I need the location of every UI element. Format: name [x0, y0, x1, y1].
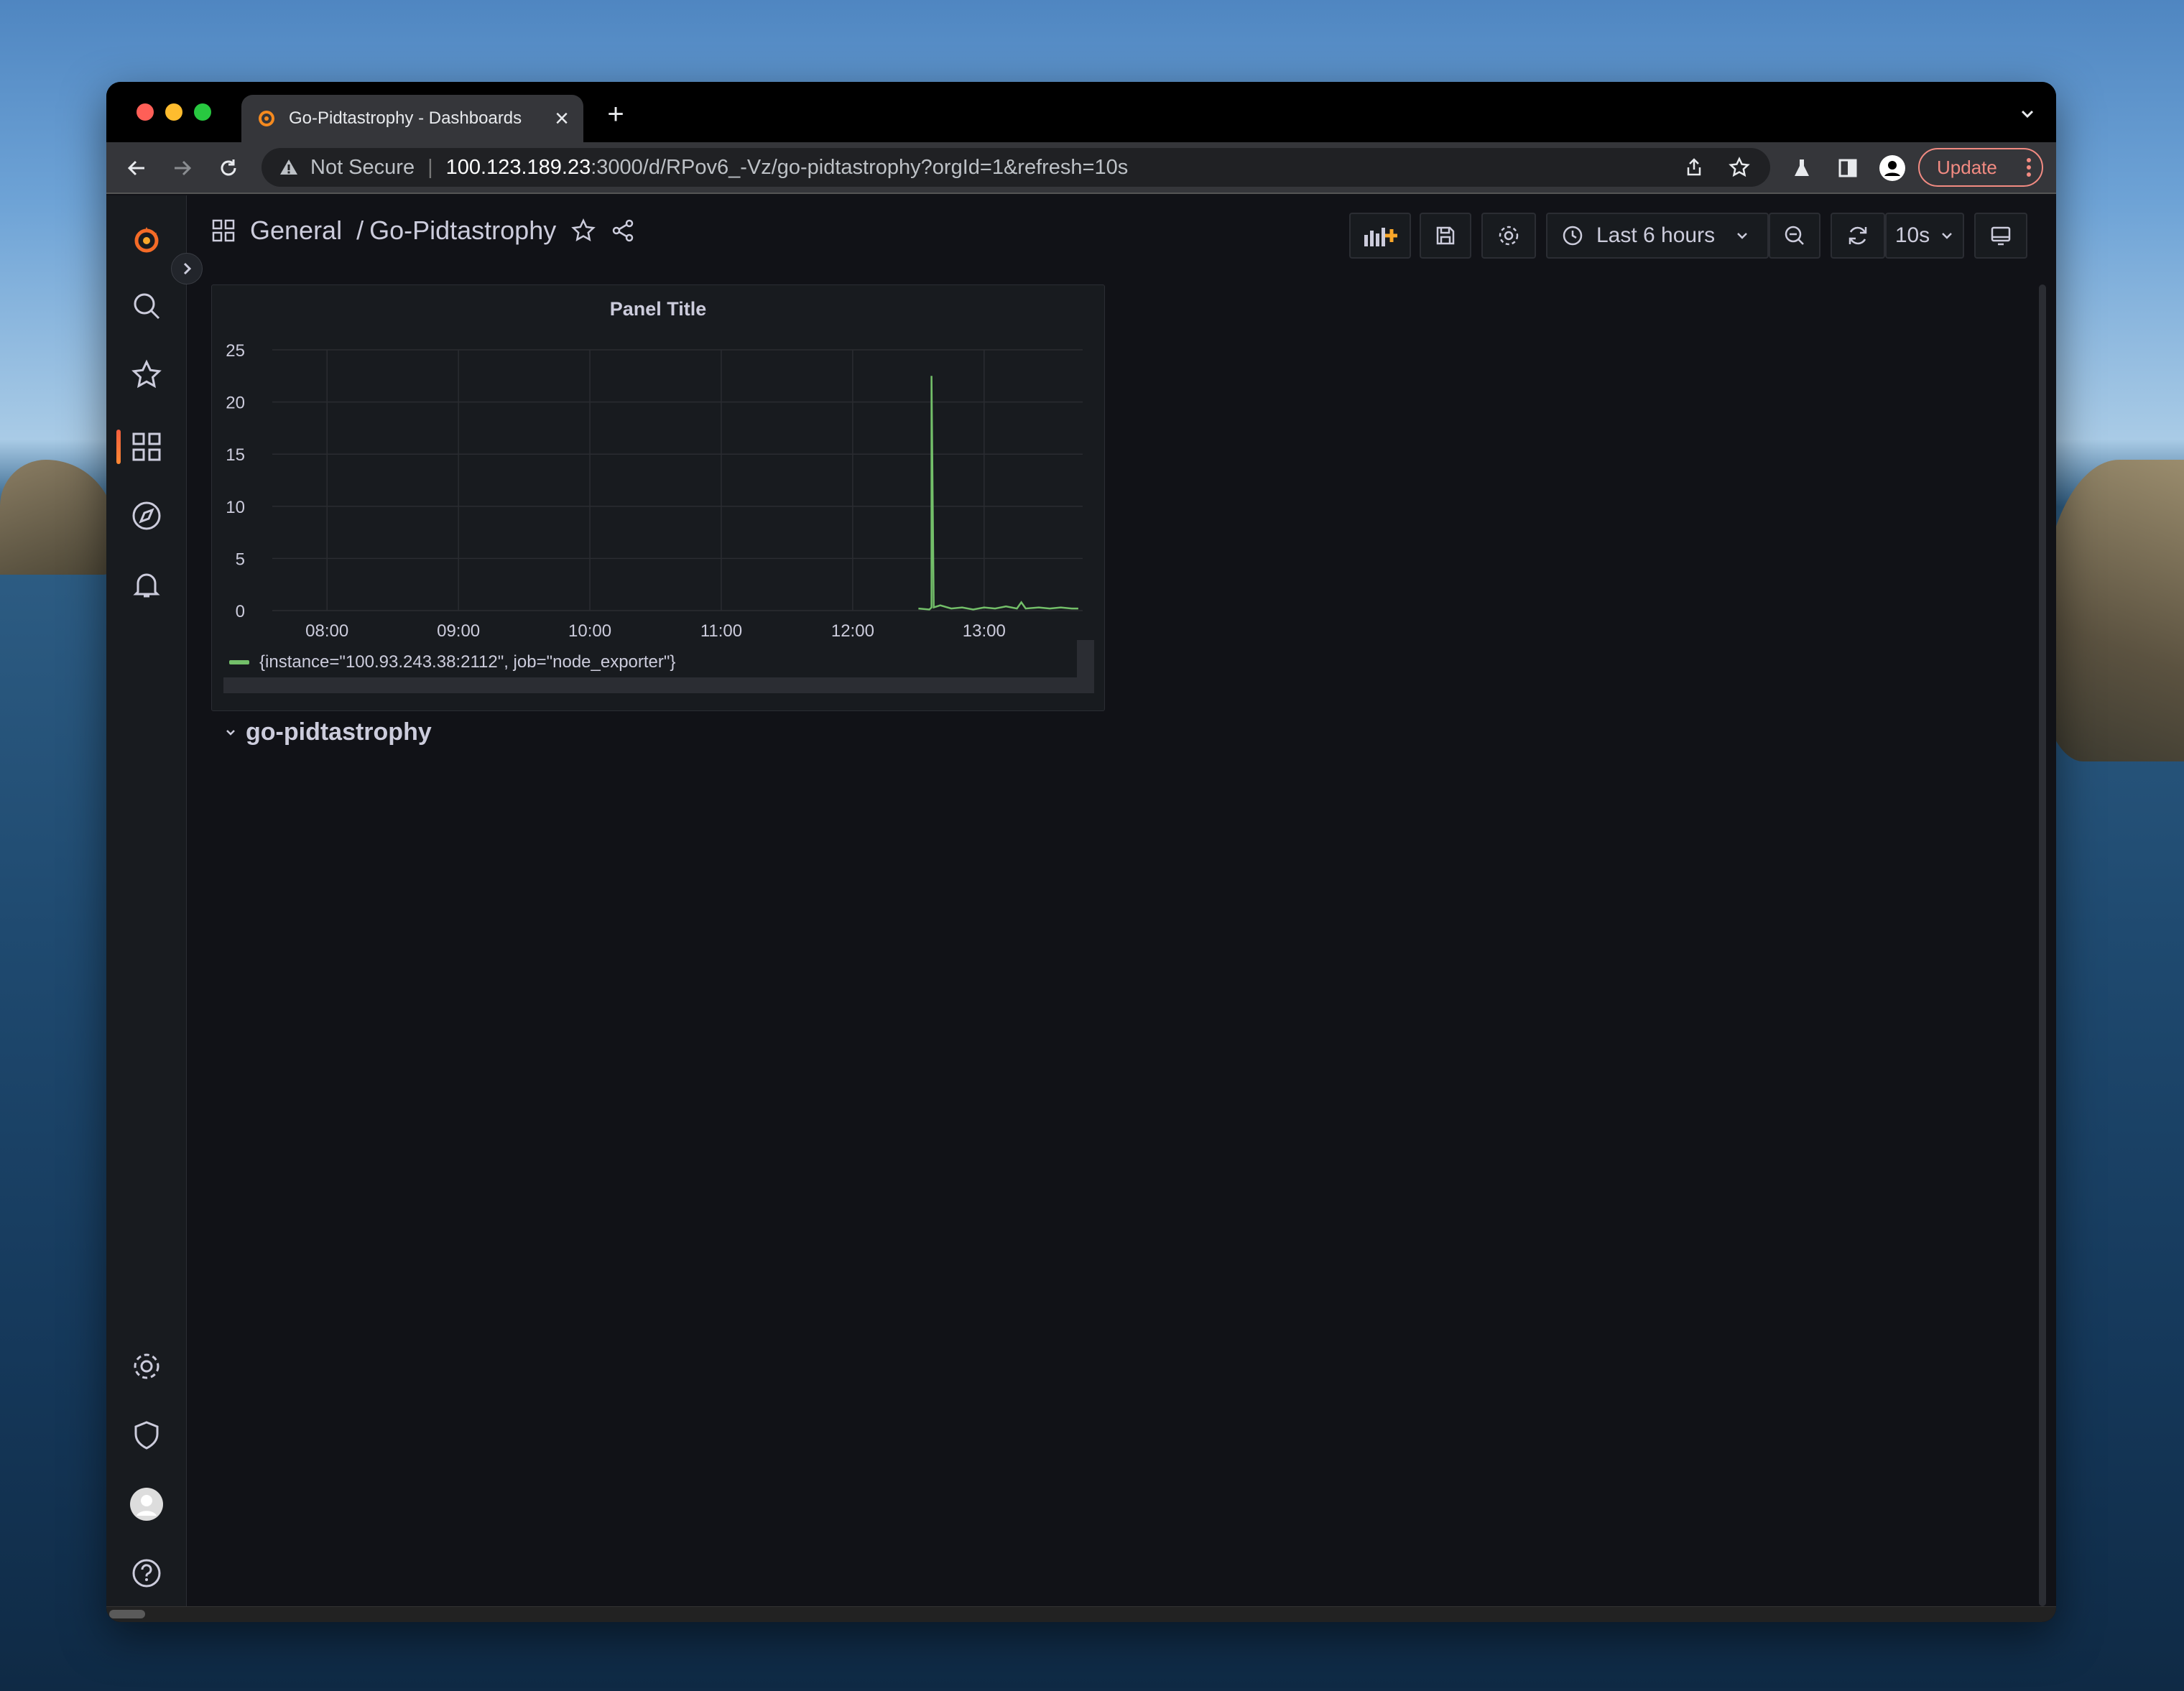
dashboard-grid-icon — [212, 219, 235, 242]
series-line — [918, 376, 1078, 611]
explore-compass-icon[interactable] — [129, 499, 164, 533]
y-tick-label: 25 — [226, 341, 245, 361]
new-tab-button[interactable]: + — [598, 96, 634, 132]
y-tick-label: 10 — [226, 498, 245, 517]
legend-label[interactable]: {instance="100.93.243.38:2112", job="nod… — [259, 652, 675, 672]
zoom-out-icon — [1785, 226, 1804, 245]
minimize-window-button[interactable] — [165, 103, 182, 121]
breadcrumb: General / Go-Pidtastrophy — [211, 216, 637, 246]
legend-swatch — [229, 660, 249, 664]
security-label[interactable]: Not Secure — [310, 156, 415, 180]
dashboard-scrollbar[interactable] — [2039, 284, 2046, 1606]
view-mode-button[interactable] — [1974, 213, 2027, 259]
page-horizontal-scrollbar[interactable] — [106, 1606, 2056, 1622]
clock-icon — [1563, 226, 1583, 246]
legend-scrollbar-track — [223, 677, 1094, 693]
browser-window: Go-Pidtastrophy - Dashboards × + Not Sec… — [106, 82, 2056, 1622]
forward-arrow-icon[interactable] — [167, 152, 198, 184]
time-series-chart: 0 5 10 15 20 25 08:00 09:00 10:00 11:00 12:00 13:0… — [223, 341, 1094, 693]
side-panel-icon[interactable] — [1832, 152, 1864, 184]
x-tick-label: 13:00 — [963, 621, 1006, 641]
dashboard-row[interactable]: go-pidtastrophy — [224, 718, 432, 746]
tab-close-icon[interactable]: × — [555, 105, 569, 133]
row-title: go-pidtastrophy — [246, 718, 432, 746]
grafana-logo-icon[interactable] — [129, 223, 164, 257]
chart-grid — [272, 349, 1083, 611]
refresh-button[interactable] — [1831, 213, 1885, 259]
more-menu-icon[interactable] — [2026, 157, 2032, 177]
help-icon[interactable] — [129, 1556, 164, 1590]
y-tick-label: 15 — [226, 445, 245, 465]
sidemenu-expand-button[interactable] — [171, 253, 203, 284]
active-indicator — [116, 430, 121, 464]
time-range-label: Last 6 hours — [1596, 223, 1716, 247]
side-menu — [106, 195, 187, 1622]
settings-gear-icon — [1499, 226, 1519, 246]
server-admin-shield-icon[interactable] — [129, 1418, 164, 1453]
labs-flask-icon[interactable] — [1786, 152, 1818, 184]
breadcrumb-folder[interactable]: General — [250, 216, 342, 246]
time-picker-button[interactable]: Last 6 hours — [1546, 213, 1769, 259]
add-panel-icon — [1364, 228, 1397, 246]
browser-tab[interactable]: Go-Pidtastrophy - Dashboards × — [241, 95, 583, 142]
back-arrow-icon[interactable] — [121, 152, 152, 184]
url-host: 100.123.189.23 — [445, 155, 591, 179]
monitor-icon — [1991, 226, 2011, 246]
refresh-interval-picker[interactable]: 10s — [1885, 213, 1964, 259]
update-button[interactable]: Update — [1918, 148, 2043, 187]
alerting-bell-icon[interactable] — [129, 567, 164, 602]
dashboards-grid-icon[interactable] — [129, 430, 164, 464]
chevron-down-icon — [1942, 233, 1953, 239]
grafana-app: General / Go-Pidtastrophy Last 6 hours 1… — [106, 195, 2056, 1622]
zoom-out-button[interactable] — [1769, 213, 1820, 259]
tab-search-chevron-icon[interactable] — [2013, 99, 2042, 128]
url-path: :3000/d/RPov6_-Vz/go-pidtastrophy?orgId=… — [591, 155, 1129, 179]
reload-icon[interactable] — [213, 152, 244, 184]
y-axis: 0 5 10 15 20 25 — [226, 341, 245, 621]
row-collapse-chevron-icon — [226, 729, 235, 736]
background-cliff-left — [0, 460, 115, 575]
x-tick-label: 08:00 — [305, 621, 348, 641]
x-tick-label: 12:00 — [831, 621, 874, 641]
scrollbar-thumb[interactable] — [109, 1610, 145, 1618]
y-tick-label: 5 — [236, 550, 245, 569]
mark-favorite-star-icon[interactable] — [570, 218, 596, 244]
x-axis: 08:00 09:00 10:00 11:00 12:00 13:00 — [305, 621, 1006, 641]
update-label: Update — [1937, 156, 1997, 178]
y-tick-label: 20 — [226, 394, 245, 413]
grafana-favicon-icon — [259, 111, 274, 126]
background-cliff-right — [2040, 460, 2184, 761]
tab-bar: Go-Pidtastrophy - Dashboards × + — [106, 82, 2056, 142]
refresh-icon — [1848, 226, 1867, 245]
search-icon[interactable] — [129, 289, 164, 323]
warning-icon — [280, 159, 297, 175]
address-bar[interactable]: Not Secure | 100.123.189.23:3000/d/RPov6… — [262, 148, 1770, 187]
refresh-interval-label: 10s — [1894, 223, 1930, 247]
configuration-gear-icon[interactable] — [129, 1349, 164, 1384]
user-avatar-icon[interactable] — [129, 1487, 164, 1521]
starred-icon[interactable] — [129, 358, 164, 392]
bookmark-star-icon[interactable] — [1729, 157, 1750, 178]
x-tick-label: 11:00 — [700, 621, 742, 641]
x-tick-label: 09:00 — [437, 621, 480, 641]
breadcrumb-separator: / — [356, 216, 364, 245]
browser-toolbar: Not Secure | 100.123.189.23:3000/d/RPov6… — [106, 142, 2056, 194]
save-dashboard-button[interactable] — [1420, 213, 1471, 259]
legend-scrollbar-vertical — [1077, 640, 1094, 693]
graph-panel[interactable]: Panel Title 0 5 10 15 20 25 08:00 09:00 10:00 11… — [211, 284, 1105, 711]
share-icon[interactable] — [1684, 157, 1704, 177]
dashboard-title[interactable]: Go-Pidtastrophy — [369, 216, 556, 246]
save-icon — [1436, 226, 1455, 245]
chevron-down-icon — [1737, 233, 1747, 239]
maximize-window-button[interactable] — [194, 103, 211, 121]
close-window-button[interactable] — [136, 103, 154, 121]
add-panel-button[interactable] — [1349, 213, 1411, 259]
dashboard-settings-button[interactable] — [1481, 213, 1536, 259]
x-tick-label: 10:00 — [568, 621, 611, 641]
y-tick-label: 0 — [236, 602, 245, 621]
tab-title: Go-Pidtastrophy - Dashboards — [289, 108, 522, 128]
share-dashboard-icon[interactable] — [611, 218, 637, 244]
profile-avatar-icon[interactable] — [1877, 152, 1908, 184]
